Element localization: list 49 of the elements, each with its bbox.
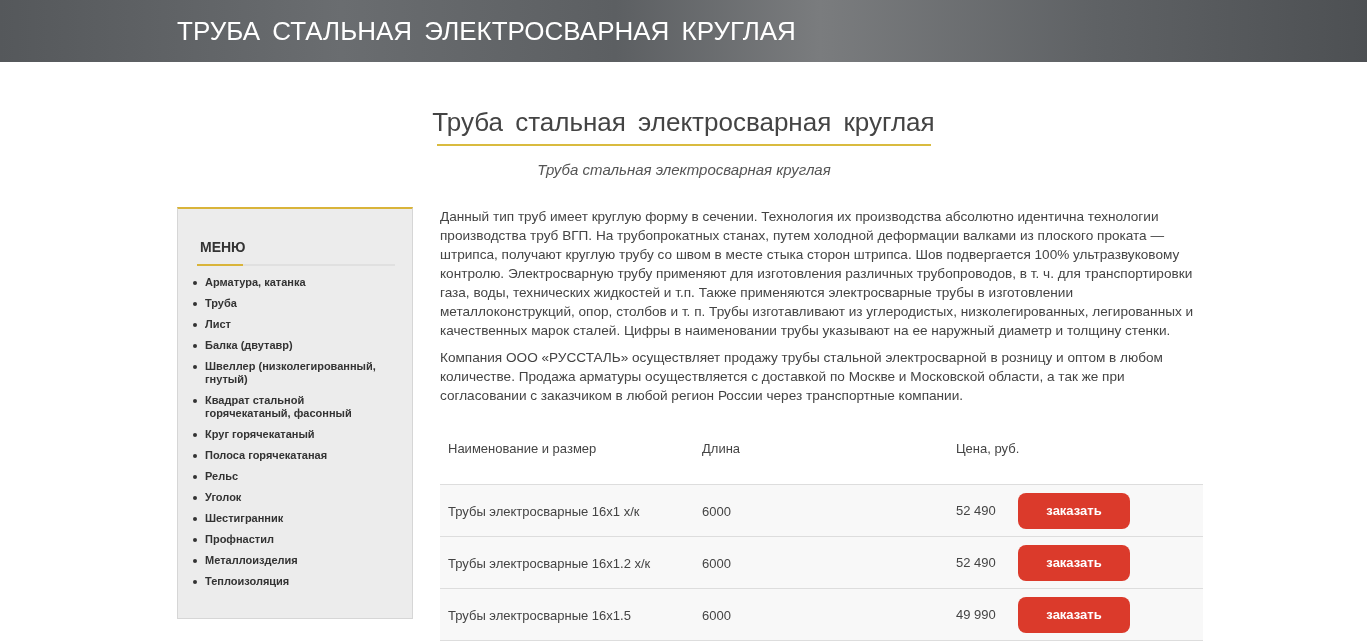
bullet-icon bbox=[193, 496, 197, 500]
length-value: 6000 bbox=[702, 503, 731, 519]
description-paragraph: Компания ООО «РУССТАЛЬ» осуществляет продажу трубы стальной электросварной в розницу и оптом в любом количестве. Продажа арматуры осуществляется с доставкой по Москве и Московской области, а так же при согласовании с заказчиком в любой регион России через транспортные компании. bbox=[440, 349, 1164, 405]
bullet-icon bbox=[193, 454, 197, 458]
menu-link[interactable]: Теплоизоляция bbox=[205, 575, 294, 588]
bullet-icon bbox=[193, 559, 197, 563]
menu-link[interactable]: Арматура, катанка bbox=[205, 276, 310, 289]
bullet-icon bbox=[193, 475, 197, 479]
bullet-icon bbox=[193, 323, 197, 327]
menu-link[interactable]: Полоса горячекатаная bbox=[205, 449, 332, 462]
menu-link[interactable]: Труба bbox=[205, 297, 241, 310]
column-header: Длина bbox=[702, 440, 741, 456]
order-button[interactable]: заказать bbox=[1018, 596, 1130, 633]
bullet-icon bbox=[193, 517, 197, 521]
menu-link[interactable]: Профнастил bbox=[205, 533, 278, 546]
price-value: 49 990 bbox=[956, 605, 997, 624]
bullet-icon bbox=[193, 365, 197, 369]
bullet-icon bbox=[193, 580, 197, 584]
menu-link[interactable]: Рельс bbox=[205, 470, 243, 483]
menu-link[interactable]: Уголок bbox=[205, 491, 246, 504]
description-paragraph: Данный тип труб имеет круглую форму в сечении. Технология их производства абсолютно идентична технологии производства труб ВГП. На трубопрокатных станах, путем холодной деформации валками из плоского проката — штрипса, получают круглую трубу со швом в месте стыка сторон штрипса. Шов подвергается 100% ультразвуковому контролю. Электросварную трубу применяют для изготовления различных трубопроводов, в т. ч. для транспортировки газа, воды, технических жидкостей и т.п. Также применяются электросварные трубы в изготовлении металлоконструкций, опор, столбов и т. п. Трубы изготавливают из углеродистых, низколегированных, легированных и качественных марок сталей. Цифры в наименовании трубы указывают на ее наружный диаметр и толщину стенки. bbox=[440, 208, 1195, 340]
product-name: Трубы электросварные 16x1 х/к bbox=[448, 503, 640, 519]
order-button[interactable]: заказать bbox=[1018, 544, 1130, 581]
page-heading: Труба стальная электросварная круглая bbox=[431, 106, 936, 138]
page-subtitle: Труба стальная электросварная круглая bbox=[537, 160, 831, 180]
bullet-icon bbox=[193, 399, 197, 403]
column-header: Цена, руб. bbox=[956, 440, 1020, 456]
menu-link[interactable]: Лист bbox=[205, 318, 235, 331]
menu-link[interactable]: Шестигранник bbox=[205, 512, 288, 525]
banner-title: ТРУБА СТАЛЬНАЯ ЭЛЕКТРОСВАРНАЯ КРУГЛАЯ bbox=[177, 16, 796, 46]
product-name: Трубы электросварные 16x1.2 х/к bbox=[448, 555, 651, 571]
length-value: 6000 bbox=[702, 555, 731, 571]
menu-link[interactable]: Круг горячекатаный bbox=[205, 428, 319, 441]
price-value: 52 490 bbox=[956, 553, 997, 572]
menu-link[interactable]: Швеллер (низколегированный, гнутый) bbox=[205, 360, 395, 386]
bullet-icon bbox=[193, 302, 197, 306]
bullet-icon bbox=[193, 281, 197, 285]
menu-link[interactable]: Металлоизделия bbox=[205, 554, 302, 567]
order-button[interactable]: заказать bbox=[1018, 492, 1130, 529]
price-value: 52 490 bbox=[956, 501, 997, 520]
bullet-icon bbox=[193, 344, 197, 348]
menu-link[interactable]: Балка (двутавр) bbox=[205, 339, 297, 352]
length-value: 6000 bbox=[702, 607, 731, 623]
menu-link[interactable]: Квадрат стальной горячекатаный, фасонный bbox=[205, 394, 395, 420]
sidebar-title: МЕНЮ bbox=[200, 239, 246, 255]
product-name: Трубы электросварные 16x1.5 bbox=[448, 607, 631, 623]
bullet-icon bbox=[193, 538, 197, 542]
bullet-icon bbox=[193, 433, 197, 437]
column-header: Наименование и размер bbox=[448, 440, 597, 456]
